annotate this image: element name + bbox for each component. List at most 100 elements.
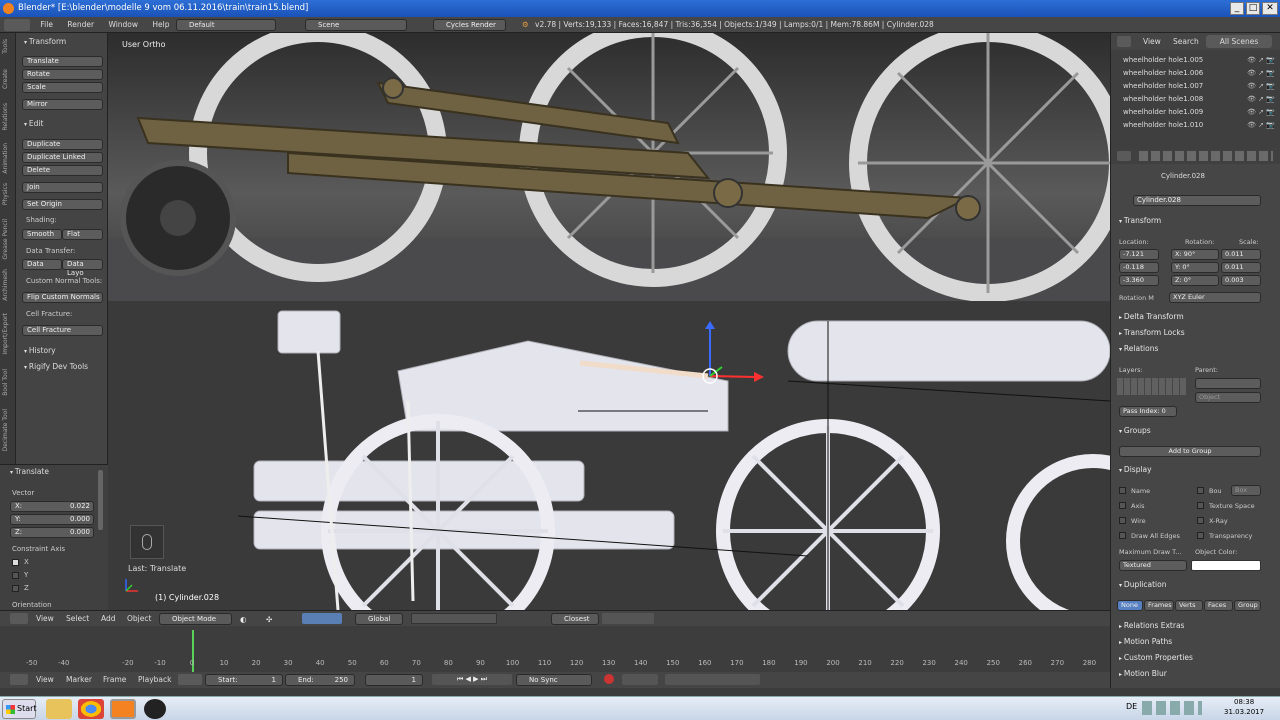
menu-marker[interactable]: Marker bbox=[66, 672, 92, 687]
scale-y-field[interactable]: 0.011 bbox=[1221, 262, 1261, 273]
end-frame-field[interactable]: End: 250 bbox=[285, 674, 355, 686]
vector-y-field[interactable]: Y: 0.000 bbox=[10, 514, 94, 525]
editor-type-icon[interactable] bbox=[1117, 36, 1131, 47]
rotation-mode-select[interactable]: XYZ Euler bbox=[1169, 292, 1261, 303]
tab-grease-pencil[interactable]: Grease Pencil bbox=[2, 219, 9, 260]
mode-select[interactable]: Object Mode bbox=[159, 613, 232, 625]
transform-panel-header[interactable]: Transform bbox=[1119, 216, 1161, 225]
groups-panel-header[interactable]: Groups bbox=[1119, 426, 1151, 435]
start-frame-field[interactable]: Start: 1 bbox=[205, 674, 283, 686]
dup-none-button[interactable]: None bbox=[1117, 600, 1143, 611]
operator-scrollbar[interactable] bbox=[98, 470, 103, 530]
dup-frames-button[interactable]: Frames bbox=[1144, 600, 1174, 611]
duplicate-button[interactable]: Duplicate bbox=[22, 139, 103, 150]
object-name-field[interactable]: Cylinder.028 bbox=[1133, 195, 1261, 206]
object-color-swatch[interactable] bbox=[1191, 560, 1261, 571]
playback-controls[interactable]: ⏮ ◀ ▶ ⏭ bbox=[432, 674, 512, 685]
tab-animation[interactable]: Animation bbox=[2, 143, 9, 174]
rotate-button[interactable]: Rotate bbox=[22, 69, 103, 80]
duplicate-linked-button[interactable]: Duplicate Linked bbox=[22, 152, 103, 163]
bounds-checkbox[interactable] bbox=[1197, 487, 1204, 494]
manipulator-icons[interactable] bbox=[302, 613, 342, 624]
mirror-button[interactable]: Mirror bbox=[22, 99, 103, 110]
chrome-icon[interactable] bbox=[78, 699, 104, 719]
keyframe-icons[interactable] bbox=[622, 674, 658, 685]
transform-section-header[interactable]: Transform bbox=[24, 37, 66, 46]
vector-z-field[interactable]: Z: 0.000 bbox=[10, 527, 94, 538]
parent-field[interactable] bbox=[1195, 378, 1261, 389]
name-checkbox[interactable] bbox=[1119, 487, 1126, 494]
visibility-icons[interactable]: 👁 ➚ 📷 bbox=[1247, 67, 1275, 80]
viewport-shading-icon[interactable]: ◐ bbox=[240, 612, 247, 627]
bounds-type-select[interactable]: Box bbox=[1231, 485, 1261, 496]
record-icon[interactable] bbox=[604, 674, 614, 684]
menu-search[interactable]: Search bbox=[1173, 33, 1199, 50]
explorer-icon[interactable] bbox=[46, 699, 72, 719]
obs-icon[interactable] bbox=[144, 699, 166, 719]
relations-panel-header[interactable]: Relations bbox=[1119, 344, 1158, 353]
constraint-z-checkbox[interactable] bbox=[12, 585, 19, 592]
location-y-field[interactable]: -0.118 bbox=[1119, 262, 1159, 273]
duplication-panel-header[interactable]: Duplication bbox=[1119, 580, 1167, 589]
editor-type-icon[interactable] bbox=[10, 613, 28, 624]
display-panel-header[interactable]: Display bbox=[1119, 465, 1152, 474]
data-transfer-button[interactable]: Data bbox=[22, 259, 62, 270]
pass-index-field[interactable]: Pass Index: 0 bbox=[1119, 406, 1177, 417]
editor-type-icon[interactable] bbox=[1117, 151, 1131, 161]
tab-bool-tool[interactable]: Bool Tool bbox=[2, 369, 9, 396]
custom-properties-panel-header[interactable]: Custom Properties bbox=[1119, 653, 1193, 662]
visibility-icons[interactable]: 👁 ➚ 📷 bbox=[1247, 119, 1275, 132]
dup-verts-button[interactable]: Verts bbox=[1175, 600, 1203, 611]
constraint-y-checkbox[interactable] bbox=[12, 572, 19, 579]
tab-relations[interactable]: Relations bbox=[2, 103, 9, 131]
pivot-icon[interactable]: ✣ bbox=[266, 612, 272, 627]
rotation-z-field[interactable]: Z: 0° bbox=[1171, 275, 1219, 286]
delta-transform-panel-header[interactable]: Delta Transform bbox=[1119, 312, 1184, 321]
rotation-x-field[interactable]: X: 90° bbox=[1171, 249, 1219, 260]
delete-button[interactable]: Delete bbox=[22, 165, 103, 176]
vector-x-field[interactable]: X: 0.022 bbox=[10, 501, 94, 512]
outliner-item[interactable]: wheelholder hole1.006 👁 ➚ 📷 bbox=[1115, 67, 1279, 80]
render-engine-select[interactable]: Cycles Render bbox=[433, 19, 506, 31]
motion-blur-panel-header[interactable]: Motion Blur bbox=[1119, 669, 1167, 678]
properties-context-tabs[interactable] bbox=[1111, 148, 1280, 164]
start-button[interactable]: Start bbox=[2, 699, 37, 719]
parent-type-select[interactable]: Object bbox=[1195, 392, 1261, 403]
transform-orientation-select[interactable]: Global bbox=[355, 613, 403, 625]
rigify-section-header[interactable]: Rigify Dev Tools bbox=[24, 362, 88, 371]
3d-viewport[interactable]: User Ortho Last: Translate (1) Cylinder.… bbox=[108, 33, 1110, 610]
menu-view[interactable]: View bbox=[36, 672, 54, 687]
tab-import-export[interactable]: Import/Export bbox=[2, 313, 9, 355]
menu-render[interactable]: Render bbox=[61, 17, 100, 33]
menu-view[interactable]: View bbox=[36, 611, 54, 626]
tab-archimesh[interactable]: Archimesh bbox=[2, 269, 9, 301]
menu-select[interactable]: Select bbox=[66, 611, 89, 626]
cell-fracture-button[interactable]: Cell Fracture bbox=[22, 325, 103, 336]
tab-decimate-tool[interactable]: Decimate Tool bbox=[2, 409, 9, 451]
menu-object[interactable]: Object bbox=[127, 611, 151, 626]
screen-layout-field[interactable]: Default bbox=[176, 19, 276, 31]
history-section-header[interactable]: History bbox=[24, 346, 56, 355]
layer-buttons[interactable] bbox=[1117, 378, 1187, 395]
outliner-item[interactable]: wheelholder hole1.008 👁 ➚ 📷 bbox=[1115, 93, 1279, 106]
outliner-item[interactable]: wheelholder hole1.007 👁 ➚ 📷 bbox=[1115, 80, 1279, 93]
motion-paths-panel-header[interactable]: Motion Paths bbox=[1119, 637, 1172, 646]
dup-group-button[interactable]: Group bbox=[1234, 600, 1261, 611]
menu-add[interactable]: Add bbox=[101, 611, 116, 626]
flat-button[interactable]: Flat bbox=[62, 229, 103, 240]
scale-x-field[interactable]: 0.011 bbox=[1221, 249, 1261, 260]
translate-button[interactable]: Translate bbox=[22, 56, 103, 67]
clock-time[interactable]: 08:38 bbox=[1234, 698, 1254, 706]
transform-locks-panel-header[interactable]: Transform Locks bbox=[1119, 328, 1185, 337]
relations-extras-panel-header[interactable]: Relations Extras bbox=[1119, 621, 1185, 630]
snap-icons[interactable] bbox=[602, 613, 654, 624]
close-button[interactable]: ✕ bbox=[1262, 2, 1278, 15]
tab-physics[interactable]: Physics bbox=[2, 183, 9, 205]
outliner-item[interactable]: wheelholder hole1.009 👁 ➚ 📷 bbox=[1115, 106, 1279, 119]
menu-frame[interactable]: Frame bbox=[103, 672, 126, 687]
location-x-field[interactable]: -7.121 bbox=[1119, 249, 1159, 260]
current-frame-field[interactable]: 1 bbox=[365, 674, 423, 686]
snap-target-select[interactable]: Closest bbox=[551, 613, 599, 625]
add-to-group-button[interactable]: Add to Group bbox=[1119, 446, 1261, 457]
menu-help[interactable]: Help bbox=[146, 17, 175, 33]
